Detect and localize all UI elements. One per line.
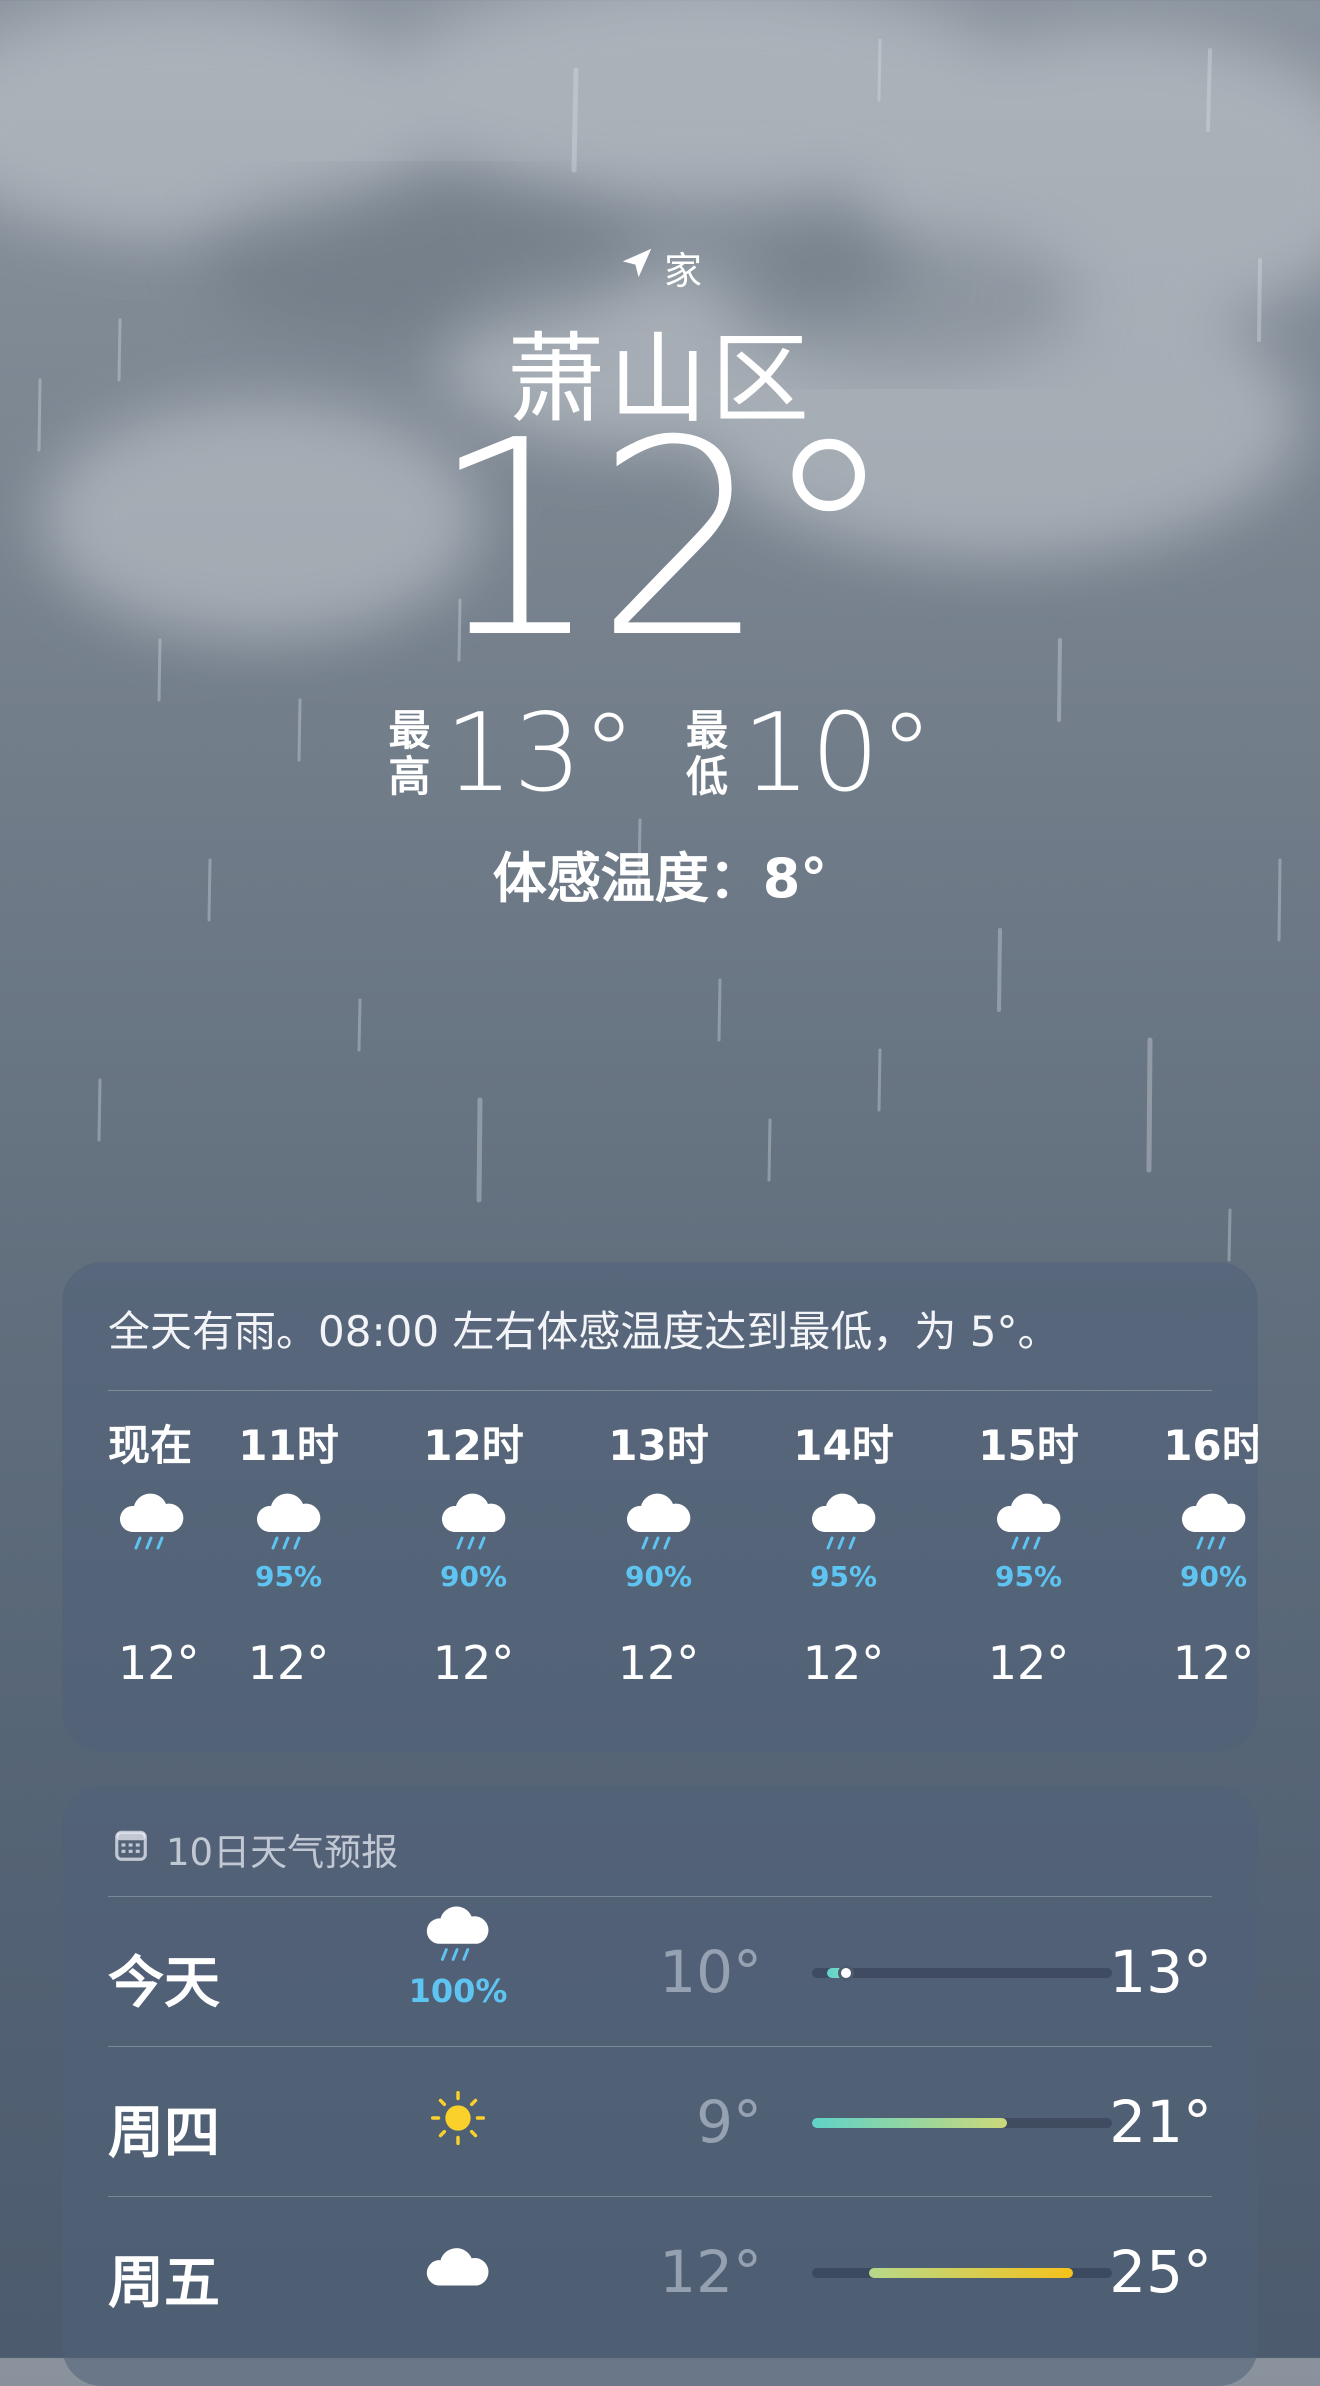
high-low-row: 最高 13° 最低 10° <box>0 700 1320 808</box>
temp-range-fill <box>812 2118 1007 2128</box>
hour-precip: 90% <box>1179 1560 1248 1593</box>
high-label: 最高 <box>388 706 431 801</box>
day-precip: 100% <box>408 1972 508 2010</box>
hour-temp: 12° <box>987 1636 1070 1690</box>
ten-day-forecast-card[interactable]: 10日天气预报 今天 100% 10° 13° 周四 9° 21° 周五 12° 25° <box>62 1786 1258 2386</box>
day-high: 25° <box>1109 2238 1212 2306</box>
hour-precip: 95% <box>994 1560 1063 1593</box>
hour-time: 13时 <box>608 1421 709 1470</box>
day-icon-wrap <box>398 2086 518 2154</box>
rain-cloud-icon <box>251 1492 327 1560</box>
hour-temp: 12° <box>247 1636 330 1690</box>
divider <box>108 2196 1212 2197</box>
divider <box>108 2046 1212 2047</box>
hour-icon-wrap: 95% <box>991 1492 1067 1612</box>
current-temperature: 12° <box>429 382 897 697</box>
day-high: 21° <box>1109 2088 1212 2156</box>
hourly-summary: 全天有雨。08:00 左右体感温度达到最低，为 5°。 <box>108 1307 1060 1356</box>
rain-cloud-icon <box>436 1492 512 1560</box>
calendar-icon <box>112 1826 150 1873</box>
divider <box>108 1390 1212 1391</box>
hour-precip: 90% <box>439 1560 508 1593</box>
rain-cloud-icon <box>806 1492 882 1560</box>
day-low: 12° <box>659 2238 762 2306</box>
forecast-header: 10日天气预报 <box>112 1822 398 1876</box>
day-high: 13° <box>1109 1938 1212 2006</box>
hour-temp: 12° <box>1172 1636 1255 1690</box>
hour-time: 16时 <box>1163 1421 1258 1470</box>
hour-icon-wrap: 90% <box>1176 1492 1252 1612</box>
hour-icon-wrap: 90% <box>621 1492 697 1612</box>
rain-cloud-icon <box>421 1904 495 1972</box>
day-row[interactable]: 周四 9° 21° <box>108 2046 1212 2196</box>
day-low: 10° <box>659 1938 762 2006</box>
hour-icon-wrap: 95% <box>806 1492 882 1612</box>
temp-range-bar <box>812 1965 1112 1981</box>
hour-temp: 12° <box>802 1636 885 1690</box>
sun-icon <box>421 2086 495 2154</box>
rain-cloud-icon <box>621 1492 697 1560</box>
hour-temp: 12° <box>118 1636 200 1690</box>
feels-like: 体感温度：8° <box>492 847 828 910</box>
high-value: 13° <box>444 691 636 816</box>
hour-item: 13时 90% 12° <box>566 1412 751 1690</box>
day-low: 9° <box>696 2088 762 2156</box>
hour-time: 14时 <box>793 1421 894 1470</box>
hour-precip: 95% <box>254 1560 323 1593</box>
hour-icon-wrap <box>108 1492 196 1612</box>
hour-precip: 95% <box>809 1560 878 1593</box>
rain-cloud-icon <box>1176 1492 1252 1560</box>
rain-cloud-icon <box>991 1492 1067 1560</box>
hour-temp: 12° <box>617 1636 700 1690</box>
temp-range-bar <box>812 2118 1112 2128</box>
hour-time: 11时 <box>238 1421 339 1470</box>
hour-item: 12时 90% 12° <box>381 1412 566 1690</box>
hour-item: 11时 95% 12° <box>196 1412 381 1690</box>
hourly-list[interactable]: 现在 12° 11时 95% 12° 12时 90% 12° 13时 90% 12° 14时 95% 12… <box>108 1412 1258 1690</box>
day-row[interactable]: 今天 100% 10° 13° <box>108 1896 1212 2046</box>
day-name: 今天 <box>108 1951 220 2016</box>
day-name: 周五 <box>108 2251 220 2316</box>
location-row: 家 <box>0 240 1320 295</box>
hour-item: 15时 95% 12° <box>936 1412 1121 1690</box>
current-temp-dot <box>838 1965 854 1981</box>
cloud-icon <box>421 2236 495 2304</box>
hour-time: 现在 <box>108 1421 193 1470</box>
hour-time: 15时 <box>978 1421 1079 1470</box>
hour-icon-wrap: 90% <box>436 1492 512 1612</box>
day-icon-wrap: 100% <box>398 1904 518 2010</box>
divider <box>108 1896 1212 1897</box>
hourly-forecast-card[interactable]: 全天有雨。08:00 左右体感温度达到最低，为 5°。 现在 12° 11时 95% 1… <box>62 1262 1258 1752</box>
day-icon-wrap <box>398 2236 518 2304</box>
location-label: 家 <box>663 249 702 293</box>
temp-range-fill <box>869 2268 1073 2278</box>
day-name: 周四 <box>108 2101 220 2166</box>
temp-range-bar <box>812 2268 1112 2278</box>
forecast-title: 10日天气预报 <box>166 1831 399 1874</box>
hour-precip: 90% <box>624 1560 693 1593</box>
hour-item: 14时 95% 12° <box>751 1412 936 1690</box>
hour-item: 现在 12° <box>108 1412 200 1690</box>
hour-temp: 12° <box>432 1636 515 1690</box>
hour-item: 16时 90% 12° <box>1121 1412 1258 1690</box>
hour-icon-wrap: 95% <box>251 1492 327 1612</box>
hour-time: 12时 <box>423 1421 524 1470</box>
low-label: 最低 <box>685 706 728 801</box>
low-value: 10° <box>742 691 934 816</box>
rain-cloud-icon <box>114 1492 190 1560</box>
day-row[interactable]: 周五 12° 25° <box>108 2196 1212 2346</box>
location-arrow-icon <box>618 244 656 291</box>
